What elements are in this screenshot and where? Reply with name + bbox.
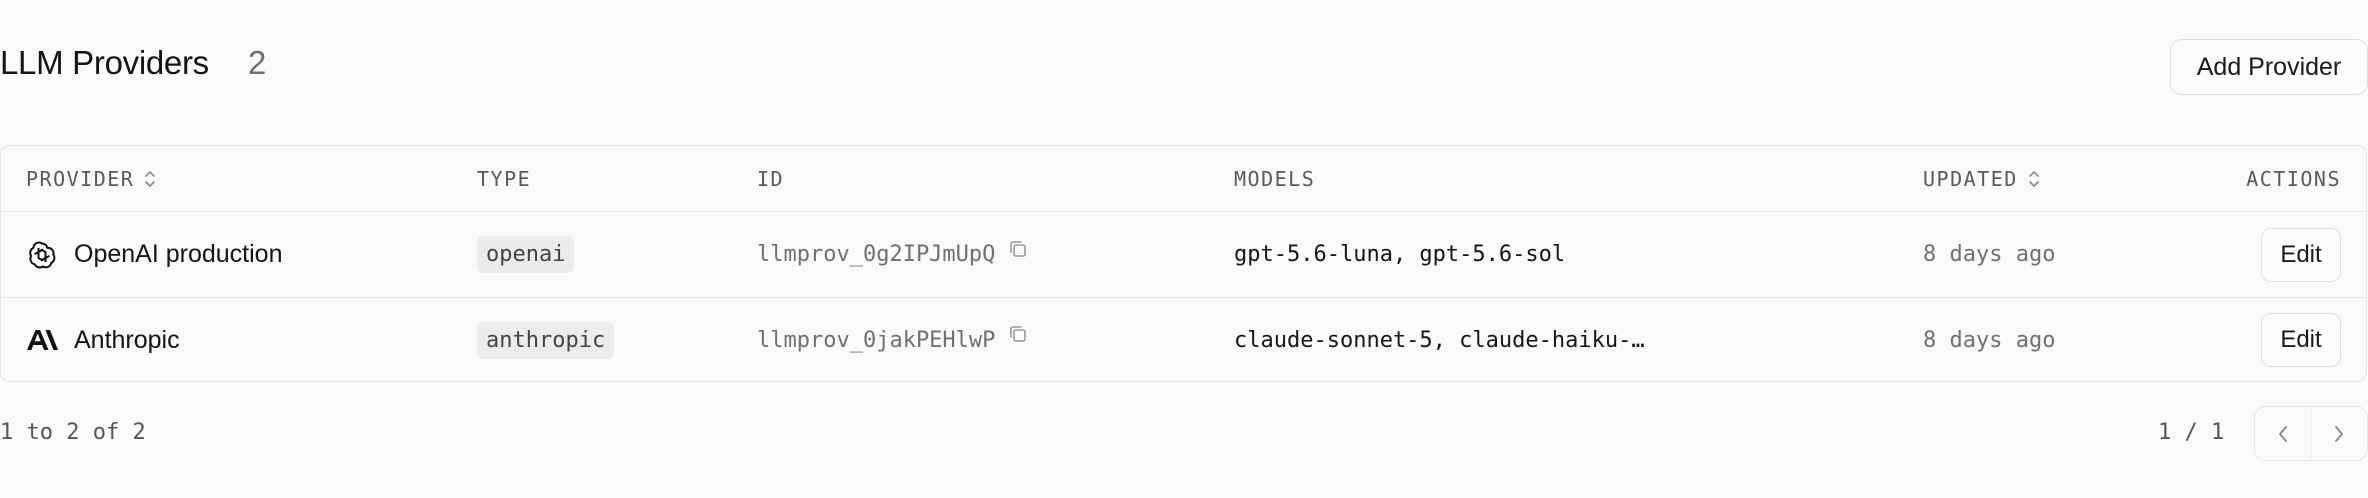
provider-name: OpenAI production (74, 240, 283, 268)
copy-icon[interactable] (1007, 238, 1029, 260)
column-header-updated[interactable]: UPDATED (1923, 146, 2040, 211)
page-title: LLM Providers (0, 44, 209, 81)
pagination-page-indicator: 1 / 1 (2158, 420, 2225, 445)
edit-button[interactable]: Edit (2261, 313, 2341, 367)
sort-icon (2028, 170, 2039, 187)
next-page-button[interactable] (2310, 407, 2368, 460)
id-cell: llmprov_0jakPEHlwP (757, 298, 1029, 381)
table-row: Anthropic anthropic llmprov_0jakPEHlwP c… (1, 298, 2366, 381)
page-header: LLM Providers 2 Add Provider (0, 0, 2368, 134)
pagination-range: 1 to 2 of 2 (0, 420, 146, 445)
openai-logo-icon (26, 239, 58, 271)
actions-cell: Edit (2261, 212, 2341, 297)
table-row: OpenAI production openai llmprov_0g2IPJm… (1, 212, 2366, 298)
updated-cell: 8 days ago (1923, 212, 2055, 297)
provider-id: llmprov_0g2IPJmUpQ (757, 242, 996, 267)
column-header-updated-label: UPDATED (1923, 166, 2018, 191)
column-header-actions: ACTIONS (2246, 166, 2341, 191)
type-badge: anthropic (477, 321, 615, 359)
table-header-row: PROVIDER TYPE ID MODELS UPDATED ACTIONS (1, 146, 2366, 212)
models-cell: gpt-5.6-luna, gpt-5.6-sol (1234, 212, 1565, 297)
previous-page-button[interactable] (2255, 407, 2311, 460)
id-cell: llmprov_0g2IPJmUpQ (757, 212, 1029, 297)
provider-name: Anthropic (74, 325, 180, 354)
sort-icon (145, 170, 156, 187)
models-list: gpt-5.6-luna, gpt-5.6-sol (1234, 242, 1566, 267)
column-header-provider-label: PROVIDER (26, 166, 135, 191)
models-list: claude-sonnet-5, claude-haiku-… (1234, 327, 1645, 353)
copy-icon[interactable] (1007, 323, 1029, 345)
column-header-models: MODELS (1234, 166, 1316, 191)
provider-count: 2 (248, 44, 267, 81)
anthropic-logo-icon (26, 324, 58, 356)
provider-cell: Anthropic (26, 298, 180, 381)
models-cell: claude-sonnet-5, claude-haiku-… (1234, 298, 1645, 381)
column-header-type: TYPE (477, 166, 532, 191)
type-cell: anthropic (477, 298, 615, 381)
llm-providers-page: LLM Providers 2 Add Provider PROVIDER TY… (0, 0, 2368, 498)
chevron-left-icon (2278, 425, 2287, 442)
actions-cell: Edit (2261, 298, 2341, 381)
updated-time: 8 days ago (1923, 242, 2056, 267)
add-provider-button[interactable]: Add Provider (2170, 39, 2368, 95)
type-cell: openai (477, 212, 575, 297)
updated-cell: 8 days ago (1923, 298, 2056, 381)
provider-id: llmprov_0jakPEHlwP (757, 327, 996, 353)
edit-button[interactable]: Edit (2261, 227, 2341, 282)
column-header-provider[interactable]: PROVIDER (26, 146, 156, 211)
type-badge: openai (477, 236, 575, 273)
updated-time: 8 days ago (1923, 327, 2056, 353)
column-header-id: ID (757, 166, 785, 191)
pagination-controls (2254, 406, 2368, 461)
provider-cell: OpenAI production (26, 212, 282, 297)
providers-table: PROVIDER TYPE ID MODELS UPDATED ACTIONS (0, 145, 2367, 382)
chevron-right-icon (2335, 425, 2344, 442)
